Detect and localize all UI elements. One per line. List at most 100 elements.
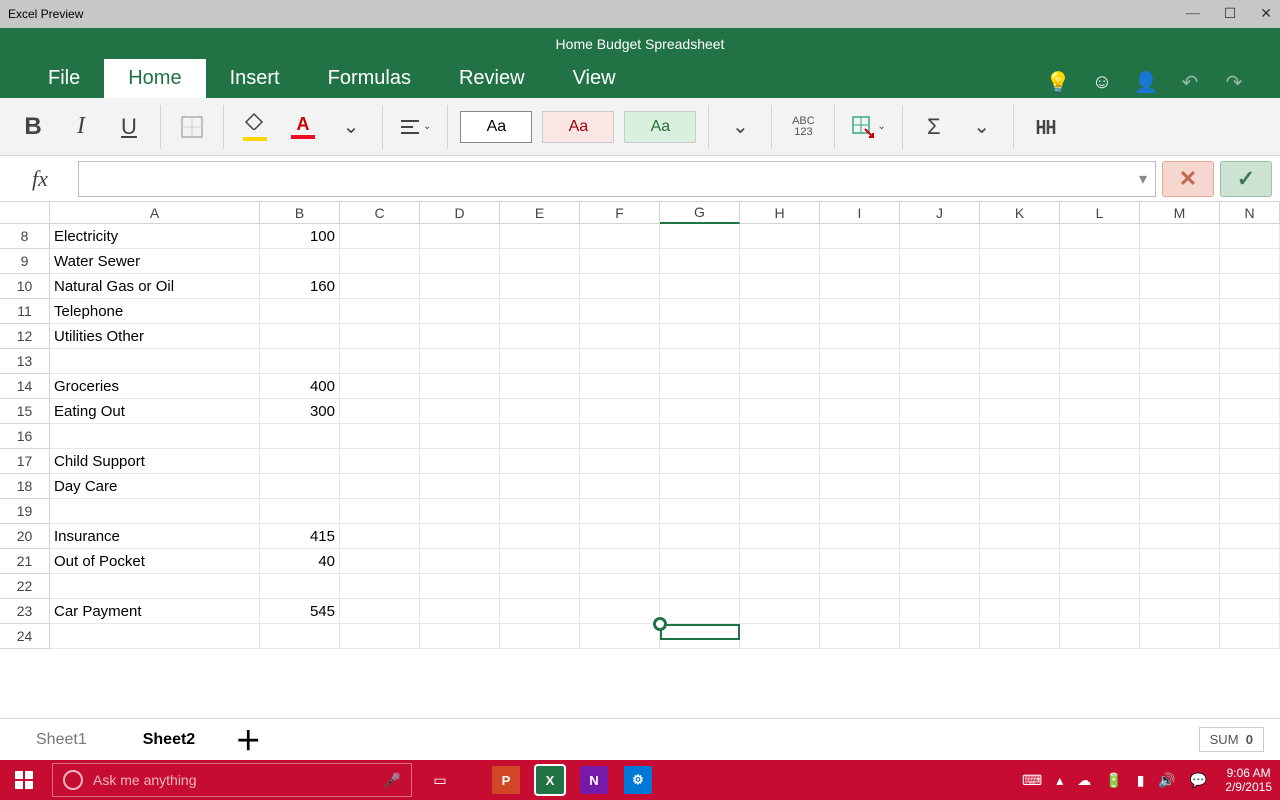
cell-M21[interactable] xyxy=(1140,549,1220,574)
row-header-14[interactable]: 14 xyxy=(0,374,50,399)
cell-B23[interactable]: 545 xyxy=(260,599,340,624)
cell-C17[interactable] xyxy=(340,449,420,474)
cell-E13[interactable] xyxy=(500,349,580,374)
cell-N12[interactable] xyxy=(1220,324,1280,349)
cell-H24[interactable] xyxy=(740,624,820,649)
font-color-button[interactable]: A xyxy=(282,105,324,149)
row-header-8[interactable]: 8 xyxy=(0,224,50,249)
formula-dropdown-icon[interactable]: ▾ xyxy=(1139,169,1147,189)
cell-C24[interactable] xyxy=(340,624,420,649)
cell-G18[interactable] xyxy=(660,474,740,499)
cell-A11[interactable]: Telephone xyxy=(50,299,260,324)
column-header-C[interactable]: C xyxy=(340,202,420,224)
row-header-10[interactable]: 10 xyxy=(0,274,50,299)
cell-D22[interactable] xyxy=(420,574,500,599)
cell-N23[interactable] xyxy=(1220,599,1280,624)
row-header-9[interactable]: 9 xyxy=(0,249,50,274)
cell-E24[interactable] xyxy=(500,624,580,649)
cell-M13[interactable] xyxy=(1140,349,1220,374)
column-header-J[interactable]: J xyxy=(900,202,980,224)
cell-H8[interactable] xyxy=(740,224,820,249)
cell-L13[interactable] xyxy=(1060,349,1140,374)
styles-more-dropdown[interactable]: ⌄ xyxy=(719,105,761,149)
cell-N20[interactable] xyxy=(1220,524,1280,549)
undo-button[interactable]: ↶ xyxy=(1174,66,1206,98)
cell-G14[interactable] xyxy=(660,374,740,399)
maximize-button[interactable]: ☐ xyxy=(1224,6,1237,23)
cell-G17[interactable] xyxy=(660,449,740,474)
cell-K8[interactable] xyxy=(980,224,1060,249)
cell-N11[interactable] xyxy=(1220,299,1280,324)
cell-B15[interactable]: 300 xyxy=(260,399,340,424)
column-header-A[interactable]: A xyxy=(50,202,260,224)
select-all-corner[interactable] xyxy=(0,202,50,224)
cell-E9[interactable] xyxy=(500,249,580,274)
cell-L19[interactable] xyxy=(1060,499,1140,524)
cell-D9[interactable] xyxy=(420,249,500,274)
cell-G9[interactable] xyxy=(660,249,740,274)
cell-M15[interactable] xyxy=(1140,399,1220,424)
cell-A12[interactable]: Utilities Other xyxy=(50,324,260,349)
cell-E16[interactable] xyxy=(500,424,580,449)
cell-H23[interactable] xyxy=(740,599,820,624)
cell-E19[interactable] xyxy=(500,499,580,524)
cell-F20[interactable] xyxy=(580,524,660,549)
style-good[interactable]: Aa xyxy=(624,111,696,143)
column-header-L[interactable]: L xyxy=(1060,202,1140,224)
cell-G8[interactable] xyxy=(660,224,740,249)
cell-J10[interactable] xyxy=(900,274,980,299)
cell-L10[interactable] xyxy=(1060,274,1140,299)
column-header-F[interactable]: F xyxy=(580,202,660,224)
cell-K20[interactable] xyxy=(980,524,1060,549)
cell-B20[interactable]: 415 xyxy=(260,524,340,549)
add-sheet-button[interactable]: ＋ xyxy=(223,721,273,758)
cell-K19[interactable] xyxy=(980,499,1060,524)
cell-H10[interactable] xyxy=(740,274,820,299)
cell-N14[interactable] xyxy=(1220,374,1280,399)
cell-C13[interactable] xyxy=(340,349,420,374)
cell-I16[interactable] xyxy=(820,424,900,449)
cell-L8[interactable] xyxy=(1060,224,1140,249)
tab-view[interactable]: View xyxy=(549,59,640,98)
cell-C9[interactable] xyxy=(340,249,420,274)
share-icon[interactable]: 👤 xyxy=(1130,66,1162,98)
cell-I23[interactable] xyxy=(820,599,900,624)
cell-I22[interactable] xyxy=(820,574,900,599)
cell-B19[interactable] xyxy=(260,499,340,524)
cell-J17[interactable] xyxy=(900,449,980,474)
cell-F22[interactable] xyxy=(580,574,660,599)
cell-E22[interactable] xyxy=(500,574,580,599)
autosum-button[interactable]: Σ xyxy=(913,105,955,149)
lightbulb-icon[interactable]: 💡 xyxy=(1042,66,1074,98)
cell-L24[interactable] xyxy=(1060,624,1140,649)
cell-I8[interactable] xyxy=(820,224,900,249)
cell-I20[interactable] xyxy=(820,524,900,549)
cell-B17[interactable] xyxy=(260,449,340,474)
cell-C23[interactable] xyxy=(340,599,420,624)
cell-D17[interactable] xyxy=(420,449,500,474)
cell-D10[interactable] xyxy=(420,274,500,299)
cell-B21[interactable]: 40 xyxy=(260,549,340,574)
cell-H11[interactable] xyxy=(740,299,820,324)
number-format-button[interactable]: ABC123 xyxy=(782,105,824,149)
volume-icon[interactable]: 🔊 xyxy=(1158,772,1175,789)
cell-I17[interactable] xyxy=(820,449,900,474)
cell-C12[interactable] xyxy=(340,324,420,349)
cell-J16[interactable] xyxy=(900,424,980,449)
cell-K16[interactable] xyxy=(980,424,1060,449)
cell-F8[interactable] xyxy=(580,224,660,249)
cell-J11[interactable] xyxy=(900,299,980,324)
tab-review[interactable]: Review xyxy=(435,59,549,98)
cell-I15[interactable] xyxy=(820,399,900,424)
cell-C10[interactable] xyxy=(340,274,420,299)
cell-N9[interactable] xyxy=(1220,249,1280,274)
cell-A24[interactable] xyxy=(50,624,260,649)
battery-icon[interactable]: 🔋 xyxy=(1105,772,1122,789)
cell-A22[interactable] xyxy=(50,574,260,599)
cell-D19[interactable] xyxy=(420,499,500,524)
cell-F15[interactable] xyxy=(580,399,660,424)
font-more-dropdown[interactable]: ⌄ xyxy=(330,105,372,149)
cell-J13[interactable] xyxy=(900,349,980,374)
cell-B22[interactable] xyxy=(260,574,340,599)
cell-N21[interactable] xyxy=(1220,549,1280,574)
